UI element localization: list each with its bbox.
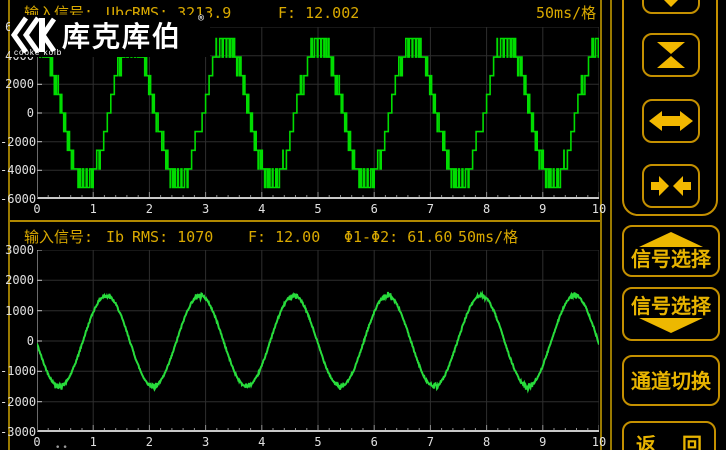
horizontal-compress-icon bbox=[649, 172, 693, 200]
vertical-compress-button[interactable] bbox=[642, 33, 700, 77]
signal-select-up-label: 信号选择 bbox=[631, 248, 711, 270]
y-tick-label: -2000 bbox=[0, 395, 34, 409]
analyzer-screen: 输入信号: Ubc RMS: 3213.9 F: 12.002 50ms/格 输… bbox=[0, 0, 726, 450]
y-tick-label: -1000 bbox=[0, 364, 34, 378]
channel-switch-button[interactable]: 通道切换 bbox=[622, 355, 720, 406]
panel2-timebase: 50ms/格 bbox=[458, 228, 518, 246]
vertical-expand-icon bbox=[653, 0, 689, 7]
y-tick-label: 1000 bbox=[0, 304, 34, 318]
x-tick-label: 4 bbox=[250, 435, 274, 449]
x-tick-label: 2 bbox=[137, 435, 161, 449]
sidebar-separator-line bbox=[610, 0, 612, 450]
channel-switch-label: 通道切换 bbox=[631, 370, 711, 392]
panel2-signal-label: 输入信号: bbox=[24, 228, 93, 246]
x-tick-label: 3 bbox=[194, 435, 218, 449]
horizontal-compress-button[interactable] bbox=[642, 164, 700, 208]
x-tick-label: 7 bbox=[418, 435, 442, 449]
y-tick-label: 0 bbox=[0, 106, 34, 120]
panel2-rms-value: RMS: 1070 bbox=[132, 228, 213, 246]
x-tick-label: 8 bbox=[475, 202, 499, 216]
x-tick-label: 5 bbox=[306, 202, 330, 216]
horizontal-expand-button[interactable] bbox=[642, 99, 700, 143]
x-tick-label: 1 bbox=[81, 435, 105, 449]
panel1-freq-value: F: 12.002 bbox=[278, 4, 359, 22]
brand-name-cn: 库克库伯 bbox=[62, 15, 182, 55]
x-tick-label: 10 bbox=[587, 202, 611, 216]
y-tick-label: 2000 bbox=[0, 77, 34, 91]
return-button[interactable]: 返 回 bbox=[622, 421, 716, 450]
y-tick-label: 0 bbox=[0, 334, 34, 348]
horizontal-expand-icon bbox=[649, 107, 693, 135]
y-tick-label: -3000 bbox=[0, 425, 34, 439]
vertical-expand-button[interactable] bbox=[642, 0, 700, 14]
x-tick-label: 5 bbox=[306, 435, 330, 449]
y-tick-label: -4000 bbox=[0, 163, 34, 177]
left-border-line bbox=[8, 0, 10, 450]
x-tick-label: 0 bbox=[25, 435, 49, 449]
x-tick-label: 6 bbox=[362, 202, 386, 216]
x-tick-label: 9 bbox=[531, 435, 555, 449]
signal-select-up-button[interactable]: 信号选择 bbox=[622, 225, 720, 277]
vertical-compress-icon bbox=[651, 40, 691, 70]
brand-name-en: cooke kolb bbox=[14, 48, 62, 57]
arrow-up-icon bbox=[639, 232, 703, 247]
x-tick-label: 10 bbox=[587, 435, 611, 449]
panel2-freq-value: F: 12.00 bbox=[248, 228, 320, 246]
brand-logo: 库克库伯 ® cooke kolb bbox=[10, 15, 210, 57]
panel2-phase-diff: Φ1-Φ2: 61.60 bbox=[344, 228, 452, 246]
x-tick-label: 2 bbox=[137, 202, 161, 216]
y-tick-label: -2000 bbox=[0, 135, 34, 149]
x-tick-label: 4 bbox=[250, 202, 274, 216]
registered-mark: ® bbox=[198, 13, 204, 24]
y-tick-label: 2000 bbox=[0, 273, 34, 287]
x-tick-label: 9 bbox=[531, 202, 555, 216]
x-tick-label: 6 bbox=[362, 435, 386, 449]
y-tick-label: -6000 bbox=[0, 192, 34, 206]
x-tick-label: 8 bbox=[475, 435, 499, 449]
panel2-signal-value: Ib bbox=[106, 228, 124, 246]
x-tick-label: 7 bbox=[418, 202, 442, 216]
panel-separator-line bbox=[10, 220, 600, 222]
arrow-down-icon bbox=[639, 318, 703, 333]
x-tick-label: 3 bbox=[194, 202, 218, 216]
current-waveform-chart bbox=[37, 250, 599, 432]
x-tick-label: 0 bbox=[25, 202, 49, 216]
x-tick-label: 1 bbox=[81, 202, 105, 216]
chart-right-border-line bbox=[600, 0, 602, 450]
signal-select-down-label: 信号选择 bbox=[631, 295, 711, 317]
return-label-right: 回 bbox=[682, 434, 702, 450]
cursor-dots: •• bbox=[55, 443, 70, 450]
return-label-left: 返 bbox=[636, 434, 656, 450]
panel1-timebase: 50ms/格 bbox=[536, 4, 596, 22]
signal-select-down-button[interactable]: 信号选择 bbox=[622, 287, 720, 341]
